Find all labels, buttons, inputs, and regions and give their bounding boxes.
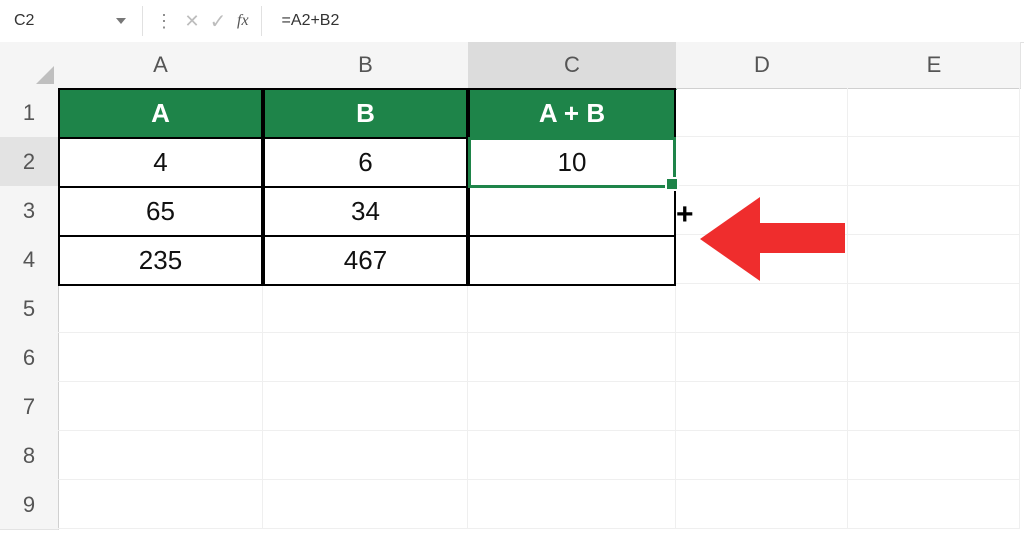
- cell-A8[interactable]: [58, 431, 263, 480]
- row-header-6[interactable]: 6: [0, 333, 59, 383]
- row-header-5[interactable]: 5: [0, 284, 59, 334]
- cell-C7[interactable]: [468, 382, 676, 431]
- cell-E5[interactable]: [848, 284, 1020, 333]
- cell-D8[interactable]: [676, 431, 848, 480]
- cell-D2[interactable]: [676, 137, 848, 186]
- cell-A4[interactable]: 235: [58, 235, 263, 286]
- cell-D3[interactable]: [676, 186, 848, 235]
- cell-D5[interactable]: [676, 284, 848, 333]
- cell-A6[interactable]: [58, 333, 263, 382]
- cell-E9[interactable]: [848, 480, 1020, 529]
- name-box[interactable]: C2: [0, 0, 136, 42]
- cell-C5[interactable]: [468, 284, 676, 333]
- cell-E3[interactable]: [848, 186, 1020, 235]
- select-all-corner[interactable]: [0, 42, 59, 89]
- cell-E7[interactable]: [848, 382, 1020, 431]
- cell-B3[interactable]: 34: [263, 186, 468, 237]
- separator: [142, 6, 143, 35]
- cell-C9[interactable]: [468, 480, 676, 529]
- col-header-E[interactable]: E: [848, 42, 1021, 89]
- row-header-1[interactable]: 1: [0, 88, 59, 138]
- cell-B1[interactable]: B: [263, 88, 468, 139]
- cell-D6[interactable]: [676, 333, 848, 382]
- row-header-9[interactable]: 9: [0, 480, 59, 530]
- cell-D7[interactable]: [676, 382, 848, 431]
- col-header-D[interactable]: D: [676, 42, 849, 89]
- fx-icon[interactable]: fx: [237, 12, 249, 30]
- cell-E4[interactable]: [848, 235, 1020, 284]
- cell-D1[interactable]: [676, 88, 848, 137]
- cell-C3[interactable]: [468, 186, 676, 237]
- chevron-down-icon[interactable]: [116, 18, 126, 24]
- cell-B9[interactable]: [263, 480, 468, 529]
- col-header-C[interactable]: C: [468, 42, 677, 90]
- cell-E2[interactable]: [848, 137, 1020, 186]
- cell-B6[interactable]: [263, 333, 468, 382]
- row-header-8[interactable]: 8: [0, 431, 59, 481]
- formula-bar: C2 ⋮ ✕ ✓ fx =A2+B2: [0, 0, 1024, 43]
- col-header-A[interactable]: A: [58, 42, 264, 89]
- spreadsheet-grid[interactable]: A B C D E 1 2 3 4 5 6 7 8 9: [0, 42, 1024, 536]
- cell-C8[interactable]: [468, 431, 676, 480]
- row-header-2[interactable]: 2: [0, 137, 59, 187]
- formula-input[interactable]: =A2+B2: [268, 12, 1024, 30]
- cell-C2[interactable]: 10: [468, 137, 676, 188]
- cell-C4[interactable]: [468, 235, 676, 286]
- cell-E8[interactable]: [848, 431, 1020, 480]
- cell-B2[interactable]: 6: [263, 137, 468, 188]
- row-header-4[interactable]: 4: [0, 235, 59, 285]
- cell-A1[interactable]: A: [58, 88, 263, 139]
- cell-A5[interactable]: [58, 284, 263, 333]
- name-box-value: C2: [14, 12, 34, 29]
- cell-D4[interactable]: [676, 235, 848, 284]
- cell-E6[interactable]: [848, 333, 1020, 382]
- cell-A3[interactable]: 65: [58, 186, 263, 237]
- cell-A2[interactable]: 4: [58, 137, 263, 188]
- cell-A7[interactable]: [58, 382, 263, 431]
- cell-C6[interactable]: [468, 333, 676, 382]
- cancel-formula-icon[interactable]: ✕: [179, 11, 205, 32]
- cell-E1[interactable]: [848, 88, 1020, 137]
- cell-B7[interactable]: [263, 382, 468, 431]
- cell-A9[interactable]: [58, 480, 263, 529]
- cell-C1[interactable]: A + B: [468, 88, 676, 139]
- cell-B4[interactable]: 467: [263, 235, 468, 286]
- cell-B5[interactable]: [263, 284, 468, 333]
- separator: [261, 6, 262, 35]
- vertical-dots-icon[interactable]: ⋮: [155, 12, 173, 30]
- cell-D9[interactable]: [676, 480, 848, 529]
- accept-formula-icon[interactable]: ✓: [205, 9, 231, 34]
- row-header-3[interactable]: 3: [0, 186, 59, 236]
- cell-B8[interactable]: [263, 431, 468, 480]
- row-header-7[interactable]: 7: [0, 382, 59, 432]
- col-header-B[interactable]: B: [263, 42, 469, 89]
